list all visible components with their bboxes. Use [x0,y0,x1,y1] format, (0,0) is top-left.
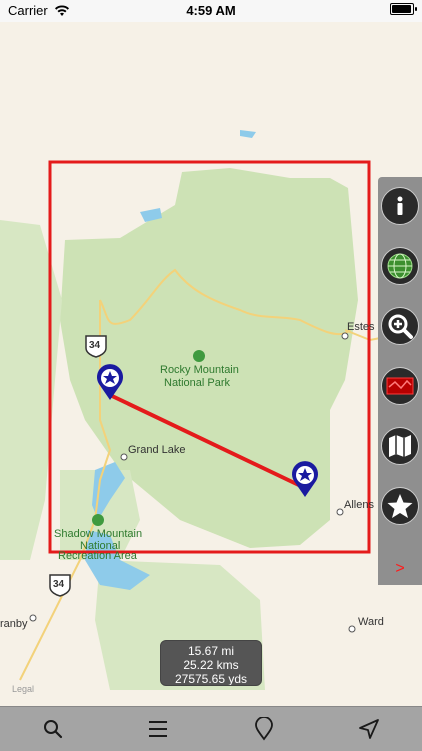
info-button[interactable] [381,187,419,225]
menu-icon [149,721,168,737]
globe-icon [387,253,413,279]
ward-label: Ward [358,616,384,628]
estes-dot [341,332,349,340]
shadow-mountain-line1: Shadow Mountain [54,528,143,540]
battery-icon [390,3,417,15]
shadow-mountain-line3: Recreation Area [58,550,137,562]
folded-map-button[interactable] [381,427,419,465]
search-icon [43,720,62,739]
distance-readout: 15.67 mi 25.22 kms 27575.65 yds [160,640,262,686]
drop-pin-button[interactable] [244,709,284,749]
globe-button[interactable] [381,247,419,285]
route-34-label-bottom: 34 [53,579,65,590]
route-34-label-top: 34 [89,340,101,351]
granby-label: ranby [0,618,28,630]
zoom-in-button[interactable] [381,307,419,345]
map-style-icon [386,377,414,395]
status-bar: Carrier 4:59 AM [0,0,422,22]
search-button[interactable] [33,709,73,749]
distance-yards: 27575.65 yds [174,672,248,686]
location-arrow-icon [359,719,380,739]
granby-dot [29,614,37,622]
expand-panel-button[interactable]: > [378,552,422,585]
allens-dot [336,508,344,516]
menu-button[interactable] [138,709,178,749]
info-icon [397,196,403,215]
status-right [390,3,417,15]
park-name-line2: National Park [164,377,231,389]
distance-kms: 25.22 kms [183,658,239,672]
shadow-tree-icon [92,514,104,526]
map-style-button[interactable] [381,367,419,405]
park-name-line1: Rocky Mountain [160,364,239,376]
bottom-toolbar [0,706,422,751]
folded-map-icon [389,435,411,457]
park-area-west [0,220,62,560]
favorites-button[interactable] [381,487,419,525]
status-time: 4:59 AM [186,3,236,18]
current-location-button[interactable] [349,709,389,749]
distance-miles: 15.67 mi [187,644,235,658]
allens-label: Allens [344,499,374,511]
park-tree-icon [193,350,205,362]
pin-icon [254,717,273,741]
zoom-in-icon [388,314,413,339]
legal-link[interactable]: Legal [12,684,34,694]
grand-lake-label: Grand Lake [128,444,186,456]
map-view[interactable]: 34 34 Rocky Mountain National Park Grand… [0,22,422,706]
lake-small-2 [240,130,256,138]
ward-dot [348,625,356,633]
star-icon [387,494,413,518]
right-tool-panel: > [378,177,422,585]
estes-label: Estes [347,321,375,333]
grand-lake-dot [120,453,128,461]
